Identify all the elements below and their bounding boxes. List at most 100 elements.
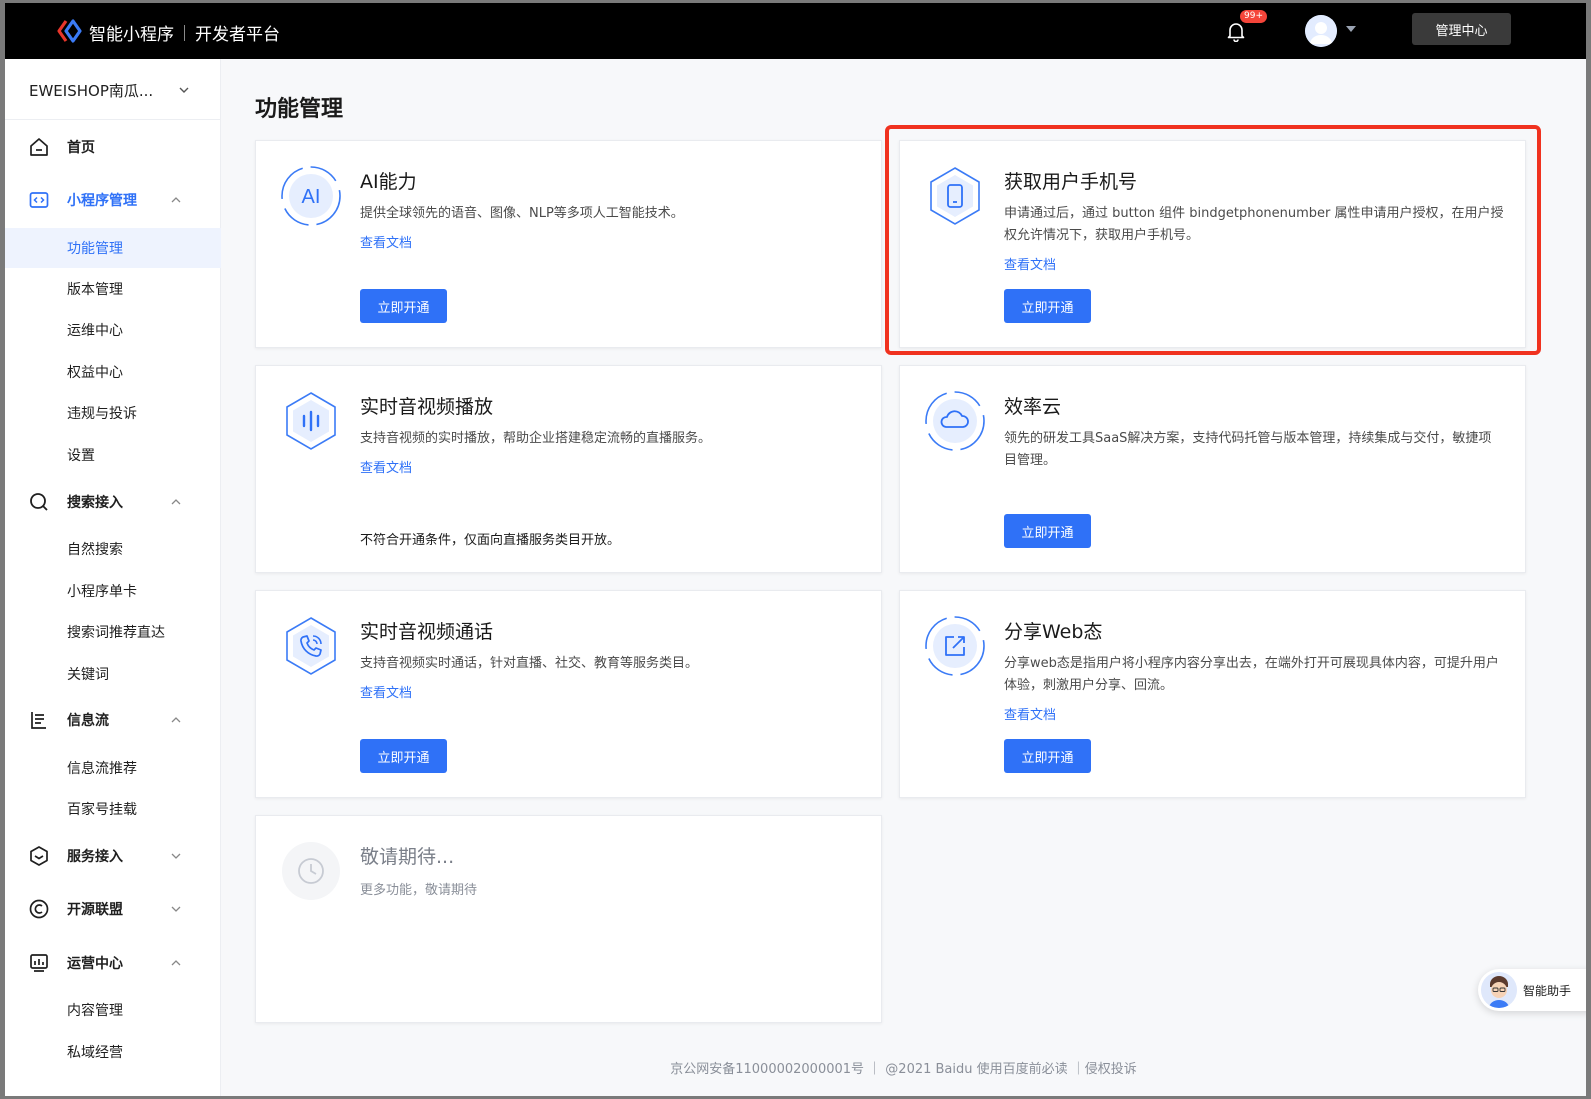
eligibility-note: 不符合开通条件，仅面向直播服务类目开放。 — [360, 533, 621, 548]
sidebar-group-label: 信息流 — [67, 713, 109, 729]
card-description: 支持音视频的实时播放，帮助企业搭建稳定流畅的直播服务。 — [360, 431, 712, 446]
brand-title[interactable]: 智能小程序 开发者平台 — [89, 20, 280, 45]
search-icon — [30, 493, 48, 511]
sidebar-group-operation[interactable]: 运营中心 — [5, 943, 221, 983]
activate-button[interactable]: 立即开通 — [360, 289, 447, 323]
feed-list-icon — [31, 712, 46, 729]
ai-icon: AI — [281, 166, 341, 226]
assistant-avatar — [1481, 972, 1517, 1008]
sidebar-group-label: 小程序管理 — [67, 193, 137, 209]
sidebar-item-settings[interactable]: 设置 — [5, 435, 221, 475]
sidebar-item-violations[interactable]: 违规与投诉 — [5, 393, 221, 433]
sidebar-group-label: 运营中心 — [67, 956, 123, 972]
card-title: 实时音视频通话 — [360, 621, 494, 643]
sidebar-group-opensource[interactable]: 开源联盟 — [5, 889, 221, 929]
card-title: 敬请期待... — [360, 846, 455, 868]
sidebar-group-search[interactable]: 搜索接入 — [5, 482, 221, 522]
card-title: AI能力 — [360, 171, 417, 193]
activate-button[interactable]: 立即开通 — [1004, 514, 1091, 548]
card-description: 分享web态是指用户将小程序内容分享出去，在端外打开可展现具体内容，可提升用户体… — [1004, 656, 1499, 693]
sidebar-item-version-management[interactable]: 版本管理 — [5, 269, 221, 309]
admin-center-button[interactable]: 管理中心 — [1412, 13, 1511, 45]
sidebar-item-natural-search[interactable]: 自然搜索 — [5, 529, 221, 569]
app-frame: 智能小程序 开发者平台 99+ 管理中心 EWEISHOP南瓜... 首页 小程… — [5, 3, 1586, 1096]
view-docs-link[interactable]: 查看文档 — [360, 457, 412, 476]
sidebar-group-service[interactable]: 服务接入 — [5, 836, 221, 876]
view-docs-link[interactable]: 查看文档 — [1004, 704, 1056, 723]
service-cube-icon — [30, 846, 48, 866]
audio-wave-icon — [286, 392, 336, 450]
chevron-up-icon — [171, 717, 181, 723]
brand-subtitle: 开发者平台 — [195, 25, 280, 45]
user-avatar-icon — [1305, 15, 1337, 47]
chevron-up-icon — [171, 197, 181, 203]
feature-card-ai: AI AI能力 提供全球领先的语音、图像、NLP等多项人工智能技术。 查看文档 … — [255, 140, 882, 348]
sidebar-divider — [5, 119, 221, 120]
sidebar-item-rights-center[interactable]: 权益中心 — [5, 352, 221, 392]
chevron-down-icon — [171, 906, 181, 912]
sidebar-item-baijiahao[interactable]: 百家号挂载 — [5, 789, 221, 829]
dashboard-monitor-icon — [30, 954, 48, 972]
card-title: 实时音视频播放 — [360, 396, 494, 418]
brand-name: 智能小程序 — [89, 25, 174, 45]
notification-badge: 99+ — [1240, 10, 1267, 23]
sidebar-item-label: 首页 — [67, 140, 95, 156]
clock-icon — [282, 842, 340, 900]
footer-text: 京公网安备11000002000001号 ｜ @2021 Baidu 使用百度前… — [670, 1062, 1137, 1077]
card-description: 提供全球领先的语音、图像、NLP等多项人工智能技术。 — [360, 206, 684, 221]
cloud-icon — [925, 391, 985, 451]
sidebar-group-label: 搜索接入 — [67, 495, 123, 511]
sidebar-item-feature-management[interactable]: 功能管理 — [5, 228, 221, 268]
sidebar-item-search-recommend[interactable]: 搜索词推荐直达 — [5, 612, 221, 652]
brand-logo-icon[interactable] — [57, 19, 83, 43]
sidebar-item-keywords[interactable]: 关键词 — [5, 654, 221, 694]
feature-card-efficiency-cloud: 效率云 领先的研发工具SaaS解决方案，支持代码托管与版本管理，持续集成与交付，… — [899, 365, 1526, 573]
sidebar-item-content-management[interactable]: 内容管理 — [5, 990, 221, 1030]
brand-divider — [184, 24, 185, 41]
page-title: 功能管理 — [255, 97, 344, 122]
highlight-box — [885, 125, 1541, 355]
feature-card-live-call: 实时音视频通话 支持音视频实时通话，针对直播、社交、教育等服务类目。 查看文档 … — [255, 590, 882, 798]
opensource-circle-icon — [29, 899, 49, 919]
phone-call-icon — [286, 617, 336, 675]
activate-button[interactable]: 立即开通 — [360, 739, 447, 773]
assistant-face-icon — [1481, 972, 1517, 1008]
activate-button[interactable]: 立即开通 — [1004, 739, 1091, 773]
sidebar-group-label: 服务接入 — [67, 849, 123, 865]
sidebar-group-label: 开源联盟 — [67, 902, 123, 918]
top-bar: 智能小程序 开发者平台 99+ 管理中心 — [5, 3, 1586, 59]
sidebar-item-ops-center[interactable]: 运维中心 — [5, 310, 221, 350]
view-docs-link[interactable]: 查看文档 — [360, 682, 412, 701]
sidebar: EWEISHOP南瓜... 首页 小程序管理 功能管理 版本管理 运维中心 权益… — [5, 59, 221, 1096]
chevron-down-icon — [179, 87, 189, 93]
avatar[interactable] — [1305, 15, 1337, 47]
sidebar-group-miniprogram[interactable]: 小程序管理 — [5, 180, 221, 220]
card-description: 更多功能，敬请期待 — [360, 883, 478, 898]
assistant-bubble[interactable]: 智能助手 — [1478, 969, 1586, 1011]
chevron-up-icon — [171, 960, 181, 966]
sidebar-item-private-domain[interactable]: 私域经营 — [5, 1032, 221, 1072]
feature-card-coming-soon: 敬请期待... 更多功能，敬请期待 — [255, 815, 882, 1023]
card-title: 分享Web态 — [1004, 621, 1103, 643]
code-window-icon — [29, 192, 49, 208]
feature-card-share-web: 分享Web态 分享web态是指用户将小程序内容分享出去，在端外打开可展现具体内容… — [899, 590, 1526, 798]
view-docs-link[interactable]: 查看文档 — [360, 232, 412, 251]
share-icon — [925, 616, 985, 676]
feature-card-live-playback: 实时音视频播放 支持音视频的实时播放，帮助企业搭建稳定流畅的直播服务。 查看文档… — [255, 365, 882, 573]
sidebar-item-home[interactable]: 首页 — [5, 127, 221, 167]
card-title: 效率云 — [1004, 396, 1062, 418]
sidebar-group-feed[interactable]: 信息流 — [5, 700, 221, 740]
app-selector[interactable]: EWEISHOP南瓜... — [29, 79, 189, 101]
app-name: EWEISHOP南瓜... — [29, 81, 154, 100]
chevron-up-icon — [171, 499, 181, 505]
caret-down-icon[interactable] — [1346, 26, 1356, 32]
card-description: 支持音视频实时通话，针对直播、社交、教育等服务类目。 — [360, 656, 699, 671]
bell-icon[interactable] — [1225, 20, 1247, 42]
sidebar-item-feed-recommend[interactable]: 信息流推荐 — [5, 748, 221, 788]
ai-icon-text: AI — [302, 186, 321, 208]
sidebar-item-single-card[interactable]: 小程序单卡 — [5, 571, 221, 611]
card-description: 领先的研发工具SaaS解决方案，支持代码托管与版本管理，持续集成与交付，敏捷项目… — [1004, 431, 1492, 468]
chevron-down-icon — [171, 853, 181, 859]
assistant-label: 智能助手 — [1523, 983, 1572, 998]
home-icon — [30, 138, 48, 156]
